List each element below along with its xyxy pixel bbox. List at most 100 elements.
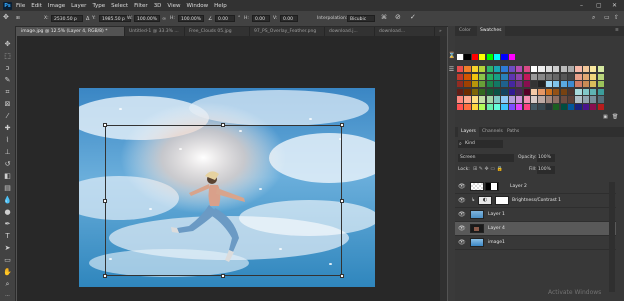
crop-tool-icon[interactable]: ⌗ xyxy=(3,88,12,97)
swatch[interactable] xyxy=(479,96,486,103)
swatch[interactable] xyxy=(471,66,479,73)
swatch[interactable] xyxy=(582,73,590,80)
swatch[interactable] xyxy=(516,73,523,80)
swatch[interactable] xyxy=(523,88,530,96)
swatch[interactable] xyxy=(597,73,604,80)
pen-tool-icon[interactable]: ✒ xyxy=(3,220,12,229)
interpolation-select[interactable]: Bicubic xyxy=(347,15,375,22)
swatch[interactable] xyxy=(582,104,590,111)
tab-untitled-1[interactable]: Untitled-1 @ 33.3% ... xyxy=(125,27,185,36)
swatch[interactable] xyxy=(501,88,508,96)
angle-input[interactable]: 0.00 xyxy=(215,15,235,22)
quick-select-tool-icon[interactable]: ✎ xyxy=(3,76,12,85)
swatch[interactable] xyxy=(501,81,508,88)
w-input[interactable]: 100.00% xyxy=(134,15,160,22)
swatch[interactable] xyxy=(575,104,582,111)
swatch[interactable] xyxy=(582,96,590,103)
swatch[interactable] xyxy=(486,81,493,88)
h-skew-input[interactable]: 0.00 xyxy=(252,15,270,22)
visibility-eye-icon[interactable]: 👁 xyxy=(458,197,466,204)
swatch[interactable] xyxy=(464,81,471,88)
marquee-tool-icon[interactable]: ⬚ xyxy=(3,52,12,61)
swatch[interactable] xyxy=(560,96,567,103)
v-skew-input[interactable]: 0.00 xyxy=(280,15,298,22)
swatch[interactable] xyxy=(531,104,538,111)
swatch[interactable] xyxy=(494,54,501,61)
h-input[interactable]: 100.00% xyxy=(178,15,204,22)
frame-tool-icon[interactable]: ⊠ xyxy=(3,100,12,109)
type-tool-icon[interactable]: T xyxy=(3,232,12,241)
menu-type[interactable]: Type xyxy=(92,3,105,9)
menu-view[interactable]: View xyxy=(167,3,180,9)
swatch[interactable] xyxy=(516,81,523,88)
transform-handle-top[interactable] xyxy=(221,123,225,127)
swatch[interactable] xyxy=(523,96,530,103)
vertical-scrollbar[interactable] xyxy=(440,36,447,301)
tab-download-1[interactable]: download.j... xyxy=(325,27,375,36)
swatch[interactable] xyxy=(494,104,501,111)
transform-handle-left[interactable] xyxy=(103,199,107,203)
eyedropper-tool-icon[interactable]: ⁄ xyxy=(3,112,12,121)
swatch[interactable] xyxy=(545,96,553,103)
layer-row-brightness-contrast[interactable]: 👁 ↳ ◐ Brightness/Contrast 1 xyxy=(455,194,616,208)
swatch[interactable] xyxy=(553,81,560,88)
swatch[interactable] xyxy=(523,66,530,73)
properties-panel-icon[interactable]: ☰ xyxy=(448,66,455,73)
transform-handle-tr[interactable] xyxy=(340,123,344,127)
tab-swatches[interactable]: Swatches xyxy=(477,26,505,36)
swatch[interactable] xyxy=(531,66,538,73)
hand-tool-icon[interactable]: ✋ xyxy=(3,268,12,277)
swatch[interactable] xyxy=(568,66,575,73)
tab-layers[interactable]: Layers xyxy=(458,127,479,137)
swatch[interactable] xyxy=(560,88,567,96)
swatch[interactable] xyxy=(545,81,553,88)
swatch[interactable] xyxy=(531,73,538,80)
lock-icons[interactable]: ⊞ ✎ ✥ ▭ 🔒 xyxy=(473,166,503,172)
swatch[interactable] xyxy=(568,104,575,111)
swatch[interactable] xyxy=(501,54,508,61)
swatch[interactable] xyxy=(582,66,590,73)
menu-window[interactable]: Window xyxy=(186,3,208,9)
layer-row-layer-1[interactable]: 👁 Layer 1 xyxy=(455,208,616,222)
healing-brush-icon[interactable]: ✚ xyxy=(3,124,12,133)
swatch[interactable] xyxy=(582,81,590,88)
swatch[interactable] xyxy=(457,81,464,88)
swatch[interactable] xyxy=(464,96,471,103)
menu-help[interactable]: Help xyxy=(214,3,227,9)
swatch[interactable] xyxy=(479,88,486,96)
swatch[interactable] xyxy=(501,73,508,80)
swatch[interactable] xyxy=(464,54,471,61)
move-tool-icon[interactable]: ✥ xyxy=(3,13,9,21)
swatch[interactable] xyxy=(553,96,560,103)
swatch[interactable] xyxy=(494,88,501,96)
cancel-transform-icon[interactable]: ⊘ xyxy=(395,13,401,21)
swatch[interactable] xyxy=(486,96,493,103)
swatch[interactable] xyxy=(508,104,516,111)
gradient-tool-icon[interactable]: ▤ xyxy=(3,184,12,193)
swatch[interactable] xyxy=(523,73,530,80)
visibility-eye-icon[interactable]: 👁 xyxy=(458,183,466,190)
swatch[interactable] xyxy=(479,66,486,73)
clone-stamp-icon[interactable]: ⊥ xyxy=(3,148,12,157)
swatch[interactable] xyxy=(590,104,597,111)
layers-scrollbar[interactable] xyxy=(609,182,615,292)
layer-row-layer-4[interactable]: 👁 Layer 4 xyxy=(455,222,616,236)
swatch[interactable] xyxy=(508,96,516,103)
history-brush-icon[interactable]: ↺ xyxy=(3,160,12,169)
swatch[interactable] xyxy=(575,73,582,80)
link-icon[interactable]: ∞ xyxy=(162,16,166,22)
swatch[interactable] xyxy=(531,88,538,96)
swatch[interactable] xyxy=(479,73,486,80)
opacity-input[interactable]: 100% xyxy=(537,154,555,162)
swatch[interactable] xyxy=(508,81,516,88)
swatch[interactable] xyxy=(575,81,582,88)
more-tabs-icon[interactable]: » xyxy=(435,27,447,36)
swatch[interactable] xyxy=(590,88,597,96)
swatch[interactable] xyxy=(575,88,582,96)
swatch[interactable] xyxy=(464,73,471,80)
swatch[interactable] xyxy=(590,66,597,73)
new-swatch-icon[interactable]: ▣ xyxy=(603,114,608,120)
layer-row-image1[interactable]: 👁 image1 xyxy=(455,236,616,250)
swatch[interactable] xyxy=(501,66,508,73)
swatch[interactable] xyxy=(538,81,545,88)
